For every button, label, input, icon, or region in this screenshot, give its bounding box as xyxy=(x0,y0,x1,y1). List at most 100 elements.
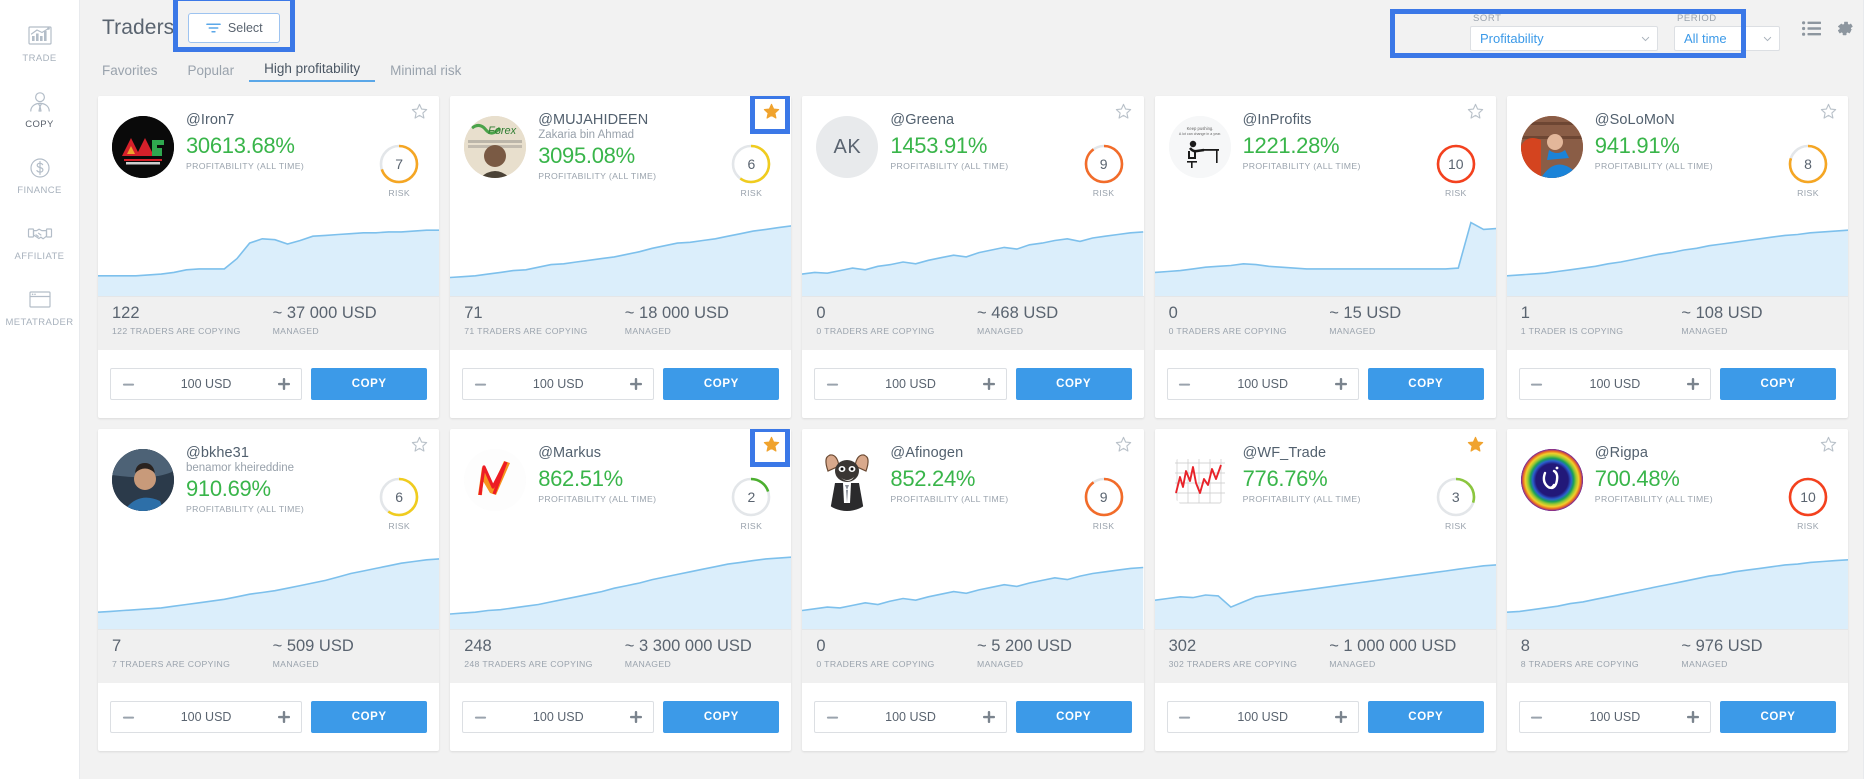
amount-stepper[interactable]: 100 USD xyxy=(1166,368,1359,400)
favorite-star-button[interactable] xyxy=(1818,436,1838,457)
minus-icon[interactable] xyxy=(1176,372,1194,396)
copy-button[interactable]: COPY xyxy=(1015,701,1132,733)
sidebar-item-finance[interactable]: FINANCE xyxy=(0,142,80,208)
select-button[interactable]: Select xyxy=(188,13,281,43)
managed-stat: ~ 468 USD MANAGED xyxy=(973,304,1130,350)
trader-card[interactable]: Keep pushing. A lot can change in a year… xyxy=(1154,96,1496,418)
trader-handle[interactable]: @Markus xyxy=(538,445,779,461)
favorite-star-button[interactable] xyxy=(1114,436,1134,457)
favorite-star-button[interactable] xyxy=(409,436,429,457)
copy-button[interactable]: COPY xyxy=(663,368,780,400)
managed-amount: ~ 468 USD xyxy=(977,304,1059,322)
app-root: TRADE COPY FINANCE AFFILIATE METATRADER xyxy=(0,0,1864,779)
minus-icon[interactable] xyxy=(471,705,489,729)
minus-icon[interactable] xyxy=(823,372,841,396)
tab-popular[interactable]: Popular xyxy=(173,63,250,82)
plus-icon[interactable] xyxy=(627,705,645,729)
trader-handle[interactable]: @InProfits xyxy=(1243,112,1484,128)
amount-value[interactable]: 100 USD xyxy=(841,377,979,391)
amount-value[interactable]: 100 USD xyxy=(489,377,627,391)
copy-button[interactable]: COPY xyxy=(1720,701,1836,733)
copy-button[interactable]: COPY xyxy=(663,701,780,733)
trader-handle[interactable]: @bkhe31 xyxy=(186,445,427,461)
trader-handle[interactable]: @MUJAHIDEEN xyxy=(538,112,779,128)
trader-handle[interactable]: @Afinogen xyxy=(890,445,1131,461)
trader-handle[interactable]: @SoLoMoN xyxy=(1595,112,1836,128)
plus-icon[interactable] xyxy=(1684,372,1702,396)
amount-value[interactable]: 100 USD xyxy=(1194,377,1332,391)
copy-button[interactable]: COPY xyxy=(1720,368,1836,400)
sort-dropdown[interactable]: Profitability xyxy=(1470,25,1658,51)
plus-icon[interactable] xyxy=(1332,372,1350,396)
amount-stepper[interactable]: 100 USD xyxy=(462,701,655,733)
trader-card[interactable]: @Iron7 30613.68% PROFITABILITY (ALL TIME… xyxy=(98,96,440,418)
amount-stepper[interactable]: 100 USD xyxy=(814,701,1007,733)
managed-stat: ~ 18 000 USD MANAGED xyxy=(621,304,778,350)
amount-value[interactable]: 100 USD xyxy=(841,710,979,724)
sidebar-item-trade[interactable]: TRADE xyxy=(0,10,80,76)
tab-minimal-risk[interactable]: Minimal risk xyxy=(375,63,476,82)
trader-card[interactable]: @WF_Trade 776.76% PROFITABILITY (ALL TIM… xyxy=(1154,429,1496,751)
amount-stepper[interactable]: 100 USD xyxy=(1518,368,1711,400)
plus-icon[interactable] xyxy=(980,372,998,396)
tab-favorites[interactable]: Favorites xyxy=(102,63,173,82)
trader-card[interactable]: @bkhe31 benamor kheireddine 910.69% PROF… xyxy=(98,429,440,751)
trader-card[interactable]: @Afinogen 852.24% PROFITABILITY (ALL TIM… xyxy=(802,429,1144,751)
trader-handle[interactable]: @Rigpa xyxy=(1595,445,1836,461)
amount-value[interactable]: 100 USD xyxy=(137,710,275,724)
sidebar-item-copy[interactable]: COPY xyxy=(0,76,80,142)
minus-icon[interactable] xyxy=(471,372,489,396)
minus-icon[interactable] xyxy=(1176,705,1194,729)
trader-handle[interactable]: @WF_Trade xyxy=(1243,445,1484,461)
favorite-star-button[interactable] xyxy=(761,436,781,457)
minus-icon[interactable] xyxy=(823,705,841,729)
copy-button[interactable]: COPY xyxy=(1015,368,1132,400)
amount-stepper[interactable]: 100 USD xyxy=(814,368,1007,400)
sidebar-item-affiliate[interactable]: AFFILIATE xyxy=(0,208,80,274)
plus-icon[interactable] xyxy=(275,372,293,396)
trader-handle[interactable]: @Iron7 xyxy=(186,112,427,128)
amount-value[interactable]: 100 USD xyxy=(1546,710,1684,724)
favorite-star-button[interactable] xyxy=(1466,103,1486,124)
copy-button[interactable]: COPY xyxy=(1367,368,1484,400)
copy-button[interactable]: COPY xyxy=(311,368,428,400)
favorite-star-button[interactable] xyxy=(1466,436,1486,457)
amount-value[interactable]: 100 USD xyxy=(137,377,275,391)
trader-card[interactable]: @Markus 862.51% PROFITABILITY (ALL TIME)… xyxy=(450,429,792,751)
trader-handle[interactable]: @Greena xyxy=(890,112,1131,128)
plus-icon[interactable] xyxy=(275,705,293,729)
amount-stepper[interactable]: 100 USD xyxy=(110,701,303,733)
trader-card[interactable]: Forex @MUJAHIDEEN Zakaria bin Ahmad 3095… xyxy=(450,96,792,418)
minus-icon[interactable] xyxy=(1528,372,1546,396)
sidebar-item-metatrader[interactable]: METATRADER xyxy=(0,274,80,340)
copy-button[interactable]: COPY xyxy=(1367,701,1484,733)
gear-icon[interactable] xyxy=(1835,19,1854,38)
copy-button[interactable]: COPY xyxy=(311,701,428,733)
trader-card[interactable]: @Rigpa 700.48% PROFITABILITY (ALL TIME) … xyxy=(1506,429,1848,751)
amount-value[interactable]: 100 USD xyxy=(1194,710,1332,724)
amount-stepper[interactable]: 100 USD xyxy=(1166,701,1359,733)
trader-card[interactable]: AK @Greena 1453.91% PROFITABILITY (ALL T… xyxy=(802,96,1144,418)
period-dropdown[interactable]: All time xyxy=(1674,25,1780,51)
amount-stepper[interactable]: 100 USD xyxy=(110,368,303,400)
favorite-star-button[interactable] xyxy=(409,103,429,124)
amount-stepper[interactable]: 100 USD xyxy=(462,368,655,400)
plus-icon[interactable] xyxy=(627,372,645,396)
favorite-star-button[interactable] xyxy=(1818,103,1838,124)
minus-icon[interactable] xyxy=(119,372,137,396)
plus-icon[interactable] xyxy=(1684,705,1702,729)
plus-icon[interactable] xyxy=(1332,705,1350,729)
minus-icon[interactable] xyxy=(1528,705,1546,729)
favorite-star-button[interactable] xyxy=(1114,103,1134,124)
tab-high-profitability[interactable]: High profitability xyxy=(249,61,376,82)
favorite-star-button[interactable] xyxy=(761,103,781,124)
minus-icon[interactable] xyxy=(119,705,137,729)
trader-card[interactable]: @SoLoMoN 941.91% PROFITABILITY (ALL TIME… xyxy=(1506,96,1848,418)
copiers-label: 1 TRADER IS COPYING xyxy=(1520,326,1624,336)
amount-stepper[interactable]: 100 USD xyxy=(1518,701,1711,733)
amount-value[interactable]: 100 USD xyxy=(1546,377,1684,391)
amount-value[interactable]: 100 USD xyxy=(489,710,627,724)
dollar-circle-icon xyxy=(25,155,55,181)
list-view-icon[interactable] xyxy=(1802,20,1821,36)
plus-icon[interactable] xyxy=(980,705,998,729)
